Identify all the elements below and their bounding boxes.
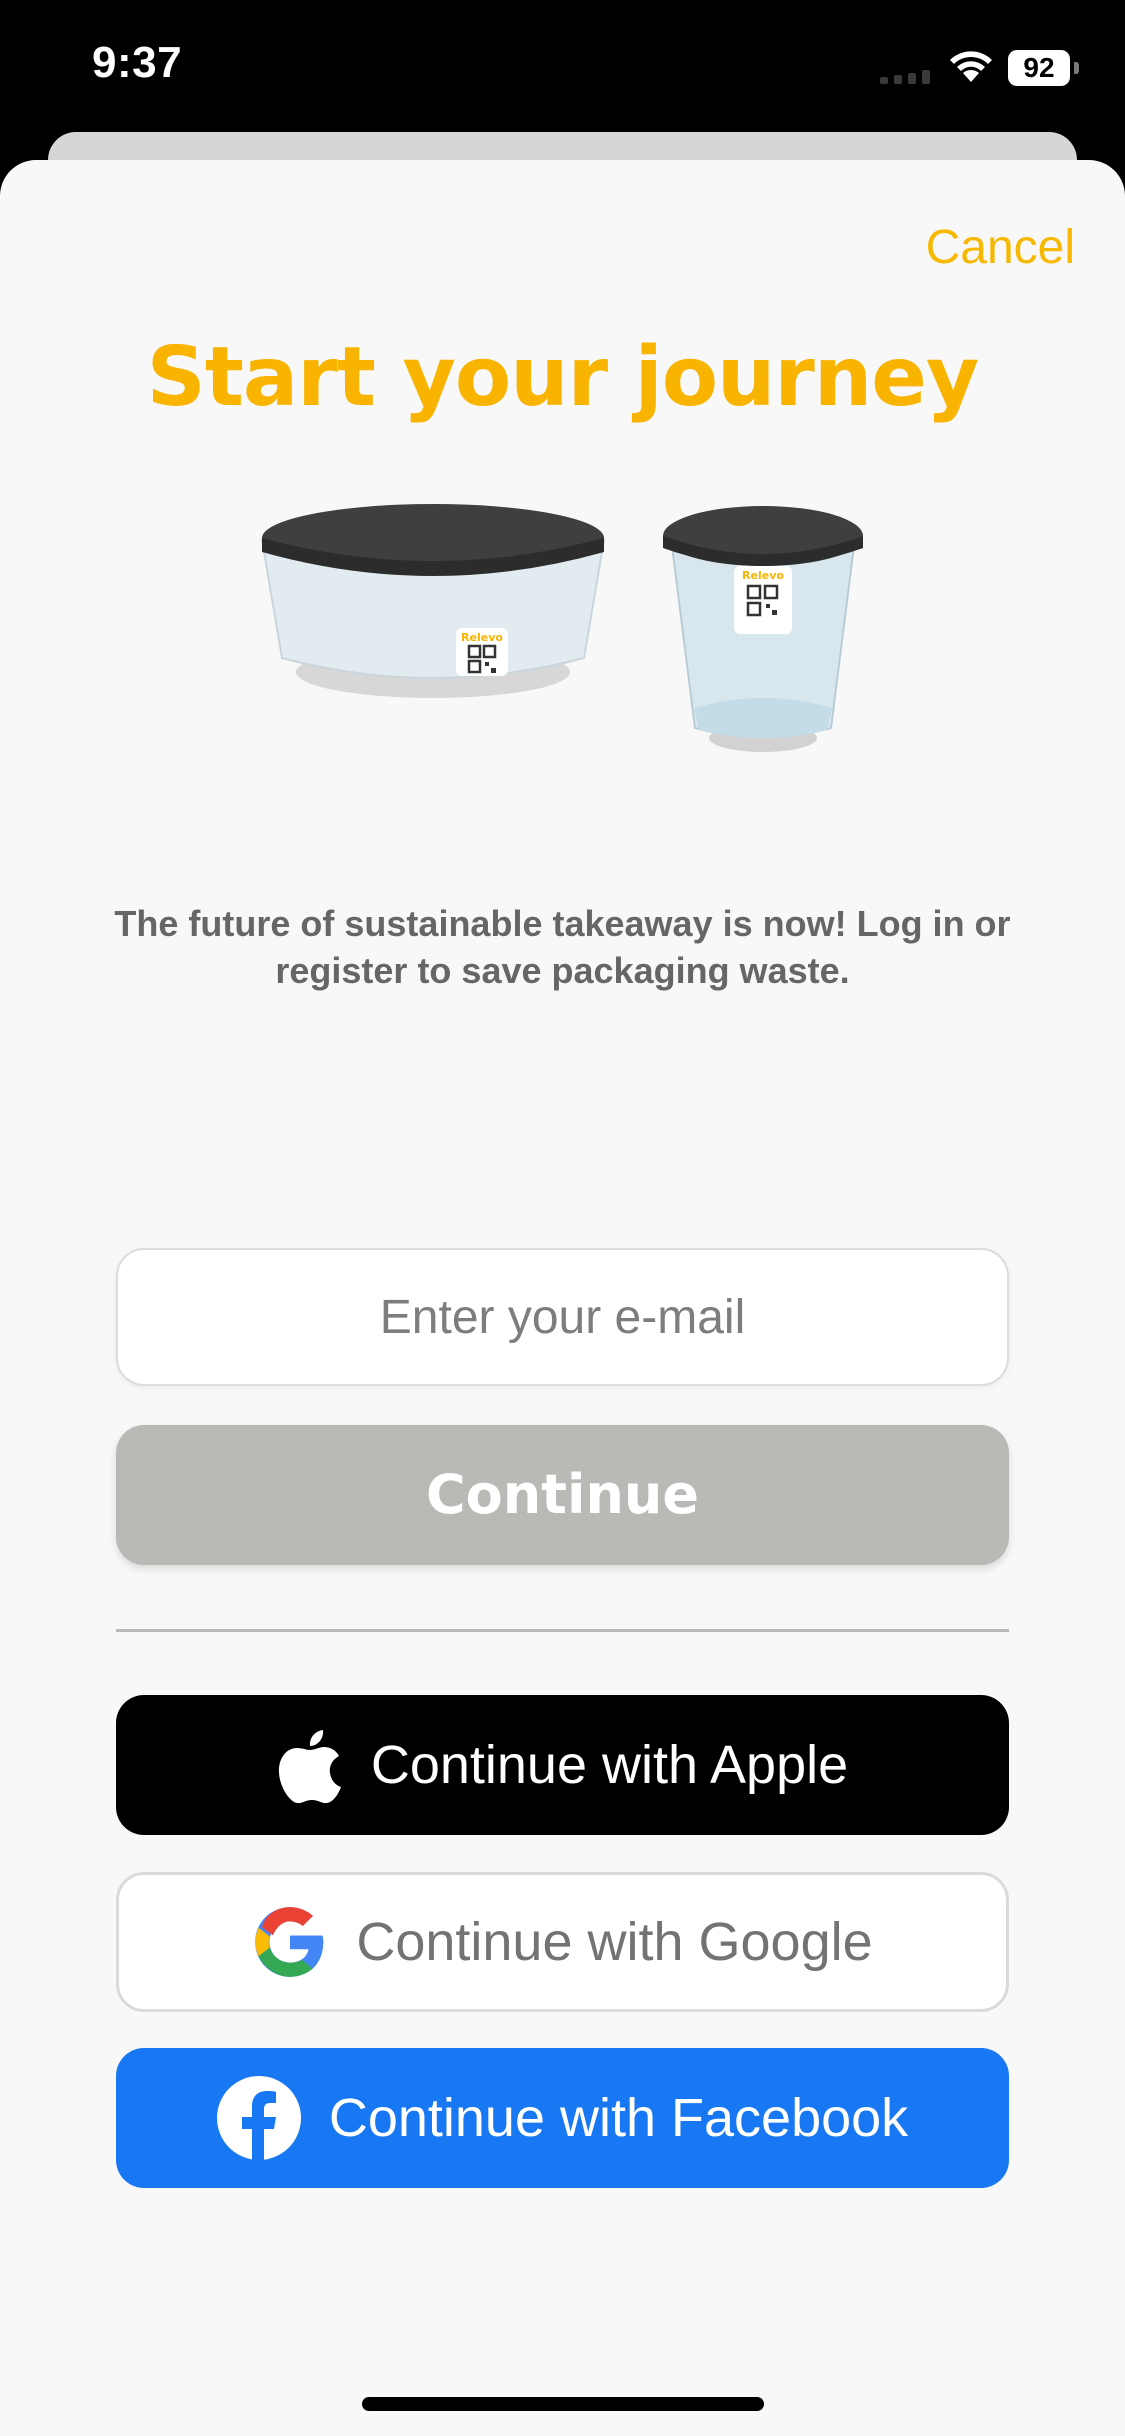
facebook-icon — [216, 2076, 301, 2160]
google-icon — [255, 1907, 324, 1977]
continue-button[interactable]: Continue — [116, 1425, 1009, 1565]
email-input[interactable] — [116, 1248, 1009, 1386]
signal-icon — [880, 70, 930, 84]
apple-button-label: Continue with Apple — [370, 1735, 849, 1795]
tagline: The future of sustainable takeaway is no… — [114, 903, 1011, 991]
bowl-container-icon — [260, 504, 606, 698]
battery-icon: 92 — [1008, 50, 1079, 86]
page-title: Start your journey — [146, 330, 980, 425]
svg-text:Relevo: Relevo — [742, 569, 784, 582]
divider — [116, 1629, 1009, 1632]
login-sheet: Cancel Start your journey Relevo Relevo … — [0, 160, 1125, 2436]
facebook-button-label: Continue with Facebook — [328, 2088, 909, 2148]
continue-with-google-button[interactable]: Continue with Google — [116, 1872, 1009, 2012]
status-time: 9:37 — [92, 38, 183, 87]
home-indicator — [362, 2397, 764, 2411]
status-bar: 9:37 92 — [0, 0, 1125, 140]
apple-icon — [278, 1730, 341, 1804]
battery-level: 92 — [1008, 50, 1070, 86]
cup-container-icon — [663, 506, 863, 752]
continue-with-facebook-button[interactable]: Continue with Facebook — [116, 2048, 1009, 2188]
google-button-label: Continue with Google — [356, 1912, 873, 1972]
hero-illustration: Relevo Relevo — [260, 504, 863, 752]
cancel-button[interactable]: Cancel — [926, 220, 1075, 275]
wifi-icon — [950, 51, 992, 82]
svg-text:Relevo: Relevo — [461, 631, 503, 644]
continue-with-apple-button[interactable]: Continue with Apple — [116, 1695, 1009, 1835]
